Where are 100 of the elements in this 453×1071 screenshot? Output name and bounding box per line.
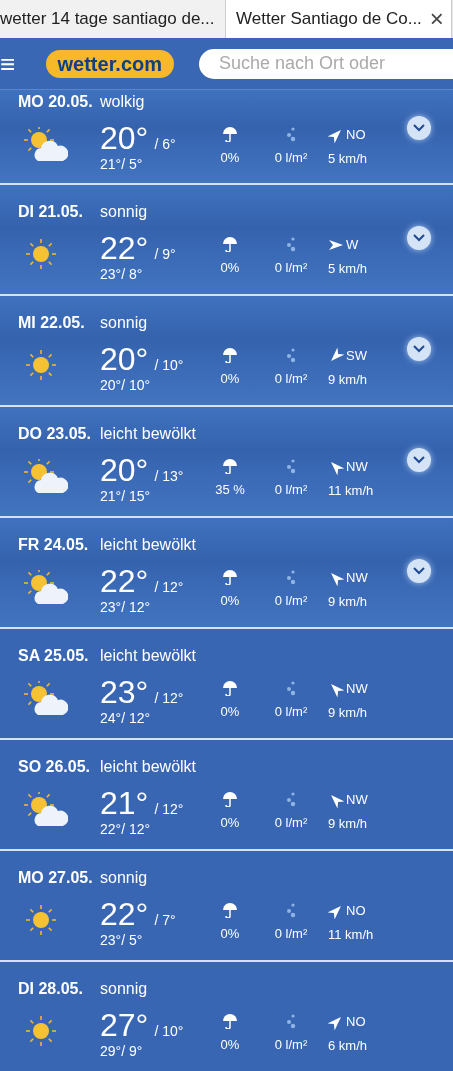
felt-temperature: 23°/ 8° <box>100 267 144 281</box>
tab-title: Wetter Santiago de Co... <box>236 8 422 31</box>
raindrops-icon <box>285 125 297 142</box>
search-field[interactable]: Suche nach Ort oder <box>199 48 453 79</box>
umbrella-icon <box>222 1012 238 1029</box>
rain-amount: 0 l/m² <box>274 813 308 832</box>
day-date: SA 25.05. <box>18 646 90 666</box>
chevron-icon <box>413 345 425 353</box>
wind-speed: 9 km/h <box>328 703 368 722</box>
day-date: MI 22.05. <box>18 313 86 333</box>
day-date: MO 27.05. <box>18 868 94 888</box>
rain-amount: 0 l/m² <box>274 1035 308 1054</box>
chevron-icon <box>413 124 425 132</box>
min-temperature: / 10° <box>154 1023 184 1039</box>
min-temperature: / 13° <box>154 468 184 484</box>
raindrops-icon <box>285 235 297 252</box>
day-date: SO 26.05. <box>18 757 92 777</box>
browser-tab[interactable]: wetter 14 tage santiago de... <box>0 0 226 38</box>
felt-temperature: 23°/ 12° <box>100 600 152 614</box>
weather-condition: sonnig <box>100 868 148 888</box>
raindrops-icon <box>285 568 297 585</box>
rain-amount: 0 l/m² <box>274 591 308 610</box>
chevron-icon <box>413 567 425 575</box>
rain-chance: 0% <box>220 591 240 610</box>
expand-button[interactable] <box>407 226 431 250</box>
rain-amount: 0 l/m² <box>274 369 308 388</box>
rain-amount: 0 l/m² <box>274 702 308 721</box>
day-date: MO 20.05. <box>18 92 94 112</box>
max-temperature: 20° <box>100 341 149 377</box>
weather-condition: leicht bewölkt <box>100 757 197 777</box>
logo[interactable]: wetter.com <box>45 49 174 78</box>
weather-condition: leicht bewölkt <box>100 535 197 555</box>
wind-direction: NW <box>346 680 368 698</box>
wind-speed: 11 km/h <box>328 925 375 944</box>
felt-temperature: 21°/ 15° <box>100 489 152 503</box>
felt-temperature: 22°/ 12° <box>100 822 152 836</box>
felt-temperature: 29°/ 9° <box>100 1044 144 1058</box>
wind-direction: NW <box>346 569 368 587</box>
chevron-icon <box>413 234 425 242</box>
umbrella-icon <box>222 568 238 585</box>
wind-speed: 9 km/h <box>328 814 368 833</box>
umbrella-icon <box>222 346 238 363</box>
min-temperature: / 12° <box>154 690 184 706</box>
min-temperature: / 10° <box>154 357 184 373</box>
min-temperature: / 12° <box>154 801 184 817</box>
day-date: DO 23.05. <box>18 424 92 444</box>
rain-chance: 0% <box>220 702 240 721</box>
day-date: DI 28.05. <box>18 979 84 999</box>
max-temperature: 22° <box>100 563 149 599</box>
wind-direction: SW <box>346 347 367 365</box>
weather-condition: sonnig <box>100 313 148 333</box>
close-button[interactable]: × <box>421 7 451 31</box>
wind-speed: 5 km/h <box>328 259 368 278</box>
rain-amount: 0 l/m² <box>274 258 308 277</box>
umbrella-icon <box>222 125 238 142</box>
weather-condition: sonnig <box>100 979 148 999</box>
menu-button[interactable]: ≡ <box>0 49 46 78</box>
raindrops-icon <box>285 346 297 363</box>
max-temperature: 22° <box>100 230 149 266</box>
raindrops-icon <box>285 790 297 807</box>
rain-chance: 0% <box>220 258 240 277</box>
rain-amount: 0 l/m² <box>274 480 308 499</box>
raindrops-icon <box>285 1012 297 1029</box>
wind-speed: 9 km/h <box>328 592 368 611</box>
wind-direction: NO <box>346 902 366 920</box>
wind-direction: NO <box>346 126 366 144</box>
max-temperature: 20° <box>100 452 149 488</box>
rain-chance: 0% <box>220 1035 240 1054</box>
weather-condition: wolkig <box>100 92 145 112</box>
max-temperature: 27° <box>100 1007 149 1043</box>
day-date: DI 21.05. <box>18 202 84 222</box>
umbrella-icon <box>222 679 238 696</box>
expand-button[interactable] <box>407 116 431 140</box>
umbrella-icon <box>222 457 238 474</box>
expand-button[interactable] <box>407 559 431 583</box>
raindrops-icon <box>285 679 297 696</box>
felt-temperature: 23°/ 5° <box>100 933 144 947</box>
wind-speed: 9 km/h <box>328 370 368 389</box>
wind-speed: 11 km/h <box>328 481 375 500</box>
umbrella-icon <box>222 235 238 252</box>
felt-temperature: 20°/ 10° <box>100 378 152 392</box>
weather-condition: sonnig <box>100 202 148 222</box>
expand-button[interactable] <box>407 448 431 472</box>
rain-amount: 0 l/m² <box>274 924 308 943</box>
rain-chance: 35 % <box>215 480 245 499</box>
max-temperature: 21° <box>100 785 149 821</box>
min-temperature: / 9° <box>154 246 176 262</box>
umbrella-icon <box>222 901 238 918</box>
wind-speed: 6 km/h <box>328 1036 368 1055</box>
min-temperature: / 12° <box>154 579 184 595</box>
expand-button[interactable] <box>407 337 431 361</box>
raindrops-icon <box>285 457 297 474</box>
min-temperature: / 6° <box>154 136 176 152</box>
weather-condition: leicht bewölkt <box>100 646 197 666</box>
wind-direction: W <box>346 236 359 254</box>
min-temperature: / 7° <box>154 912 176 928</box>
chevron-icon <box>413 456 425 464</box>
wind-direction: NO <box>346 1013 366 1031</box>
rain-chance: 0% <box>220 813 240 832</box>
browser-tab[interactable]: Wetter Santiago de Co... × <box>226 0 452 38</box>
